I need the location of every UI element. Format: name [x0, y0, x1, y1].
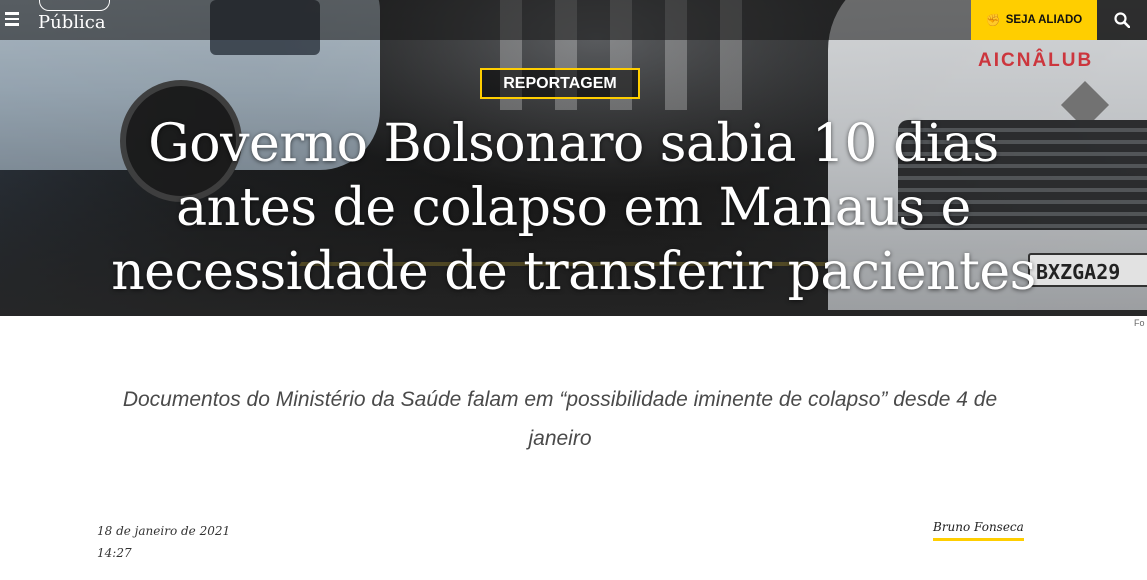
logo-text: Pública: [38, 12, 106, 33]
publish-time: 14:27: [97, 546, 132, 560]
photo-credit: Fo: [1134, 318, 1145, 328]
seja-aliado-button[interactable]: ✊ SEJA ALIADO: [971, 0, 1097, 40]
top-navigation-bar: Pública ✊ SEJA ALIADO: [0, 0, 1147, 40]
hero-image: AICNÂLUB BXZGA29 REPORTAGEM Governo Bols…: [0, 0, 1147, 316]
search-icon: [1114, 12, 1130, 28]
seja-aliado-label: SEJA ALIADO: [1005, 14, 1083, 26]
article-headline: Governo Bolsonaro sabia 10 dias antes de…: [111, 114, 1036, 302]
fist-icon: ✊: [985, 13, 1001, 27]
author-link[interactable]: Bruno Fonseca: [933, 520, 1024, 541]
ambulance-lettering: AICNÂLUB: [978, 50, 1094, 71]
publish-date-block: 18 de janeiro de 2021 14:27: [97, 520, 230, 564]
article-subtitle: Documentos do Ministério da Saúde falam …: [122, 388, 998, 450]
logo-speech-bubble: [39, 0, 110, 11]
hamburger-menu-icon[interactable]: [5, 12, 19, 26]
publish-date: 18 de janeiro de 2021: [97, 524, 231, 538]
search-button[interactable]: [1097, 0, 1147, 40]
section-badge[interactable]: REPORTAGEM: [480, 68, 640, 99]
